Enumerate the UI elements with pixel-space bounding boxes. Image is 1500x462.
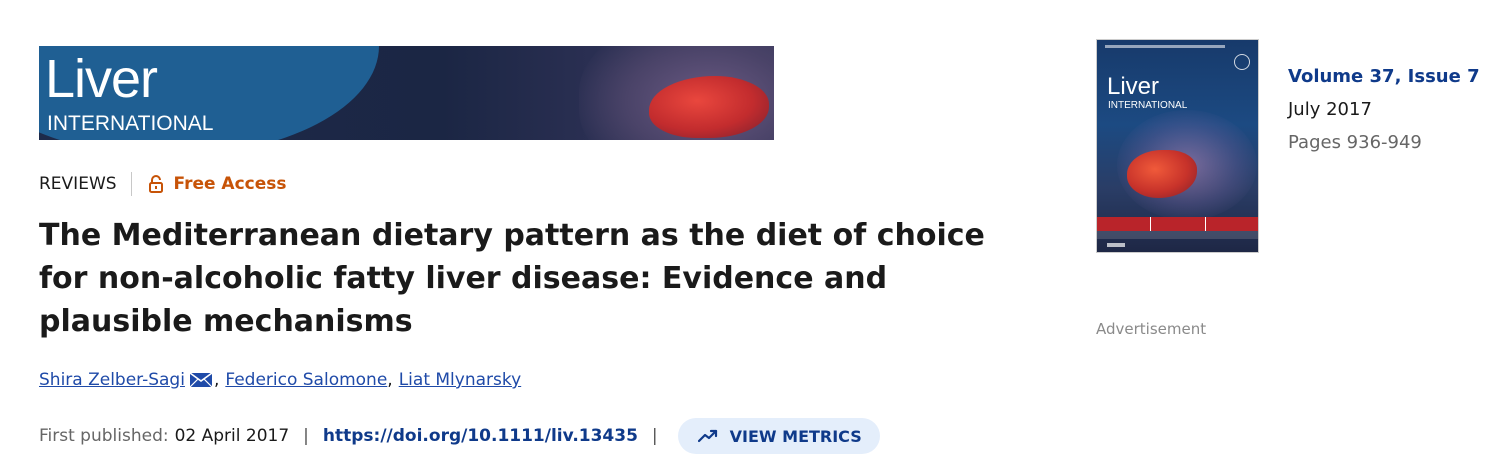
author-separator: , <box>213 370 220 390</box>
journal-logo-main: Liver <box>45 49 158 109</box>
info-separator: | <box>651 426 658 446</box>
cover-logo-sub: INTERNATIONAL <box>1108 100 1188 111</box>
lock-open-icon <box>148 175 163 193</box>
cover-header-text <box>1105 45 1225 48</box>
free-access-label: Free Access <box>173 174 287 194</box>
author-link[interactable]: Federico Salomone <box>225 370 387 390</box>
author-separator: , <box>387 370 393 390</box>
first-published-date: 02 April 2017 <box>174 426 290 446</box>
issue-date: July 2017 <box>1288 99 1372 120</box>
article-title: The Mediterranean dietary pattern as the… <box>39 218 985 339</box>
journal-cover-image[interactable]: Liver INTERNATIONAL <box>1096 39 1259 253</box>
issue-pages: Pages 936-949 <box>1288 132 1422 153</box>
cover-section-strip <box>1097 217 1258 231</box>
journal-banner[interactable]: Liver INTERNATIONAL <box>39 46 774 140</box>
article-meta-row: REVIEWS Free Access <box>39 172 287 196</box>
publication-info-row: First published: 02 April 2017 | https:/… <box>39 418 880 454</box>
article-page: Liver INTERNATIONAL REVIEWS Free Access … <box>0 0 1500 462</box>
info-separator: | <box>303 426 309 446</box>
banner-liver-image <box>649 76 769 138</box>
volume-issue-link[interactable]: Volume 37, Issue 7 <box>1288 60 1480 93</box>
cover-society-badge <box>1234 54 1250 70</box>
issue-info: Volume 37, Issue 7 July 2017 Pages 936-9… <box>1288 60 1480 159</box>
cover-strip-text <box>1097 231 1258 239</box>
view-metrics-label: VIEW METRICS <box>729 426 862 446</box>
advertisement-label: Advertisement <box>1096 320 1207 338</box>
cover-publisher-mark <box>1107 243 1125 247</box>
article-category: REVIEWS <box>39 174 117 194</box>
author-link[interactable]: Shira Zelber-Sagi <box>39 370 185 390</box>
doi-link[interactable]: https://doi.org/10.1111/liv.13435 <box>323 426 638 446</box>
author-list: Shira Zelber-Sagi , Federico Salomone , … <box>39 370 521 390</box>
trending-up-icon <box>697 429 717 443</box>
cover-logo-main: Liver <box>1107 73 1160 100</box>
journal-logo-sub: INTERNATIONAL <box>47 112 214 135</box>
view-metrics-button[interactable]: VIEW METRICS <box>677 418 880 454</box>
first-published-label: First published: <box>39 426 169 446</box>
author-link[interactable]: Liat Mlynarsky <box>399 370 521 390</box>
envelope-icon[interactable] <box>189 372 213 388</box>
meta-divider <box>130 172 132 196</box>
